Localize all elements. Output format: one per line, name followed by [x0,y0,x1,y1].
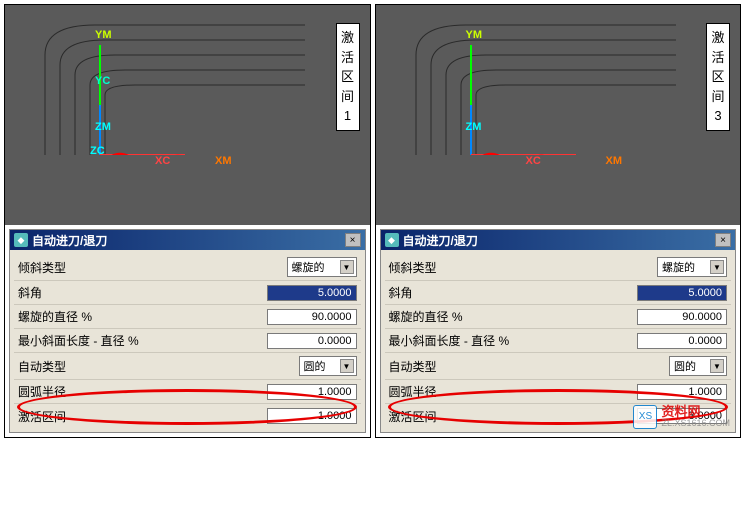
dialog-icon: ◆ [14,233,28,247]
tilt-type-label: 倾斜类型 [18,259,287,276]
axis-zc-label: ZC [90,145,105,157]
dialog-icon: ◆ [385,233,399,247]
min-slope-length-input[interactable] [637,333,727,349]
arc-radius-input[interactable] [267,384,357,400]
slope-angle-input[interactable] [267,285,357,301]
annotation-char-1: 激 [711,28,724,48]
tilt-type-value: 螺旋的 [292,259,325,275]
dialog-title: 自动进刀/退刀 [32,232,345,249]
row-arc-radius: 圆弧半径 [14,380,361,404]
arc-radius-input[interactable] [637,384,727,400]
right-panel: YM YC ZM XC XM 激 活 区 间 3 ◆ 自动进刀/退刀 × 倾斜类… [375,4,742,438]
dialog-body: 倾斜类型 螺旋的 ▼ 斜角 螺旋的直径 % 最小斜面长度 - 直径 % [10,250,365,432]
annotation-char-2: 活 [711,48,724,68]
row-tilt-type: 倾斜类型 螺旋的 ▼ [14,254,361,281]
row-min-slope-length: 最小斜面长度 - 直径 % [14,329,361,353]
activation-interval-label: 激活区间 [389,408,638,425]
row-tilt-type: 倾斜类型 螺旋的 ▼ [385,254,732,281]
annotation-value: 3 [714,106,721,126]
arc-radius-label: 圆弧半径 [18,383,267,400]
row-auto-type: 自动类型 圆的 ▼ [14,353,361,380]
axis-yc-label: YC [95,75,110,87]
watermark-cn: 资料网 [661,405,730,419]
row-slope-angle: 斜角 [14,281,361,305]
left-panel: YM YC ZM ZC XC XM 激 活 区 间 1 ◆ 自动进刀/退刀 × … [4,4,371,438]
dialog-left: ◆ 自动进刀/退刀 × 倾斜类型 螺旋的 ▼ 斜角 螺旋的直径 % [9,229,366,433]
helix-diameter-label: 螺旋的直径 % [389,308,638,325]
tilt-type-value: 螺旋的 [662,259,695,275]
toolpath-contours [5,5,305,155]
annotation-char-4: 间 [341,87,354,107]
activation-interval-label: 激活区间 [18,408,267,425]
annotation-char-2: 活 [341,48,354,68]
row-helix-diameter: 螺旋的直径 % [14,305,361,329]
viewport-left: YM YC ZM ZC XC XM 激 活 区 间 1 [5,5,370,225]
min-slope-length-input[interactable] [267,333,357,349]
tilt-type-select[interactable]: 螺旋的 ▼ [657,257,727,277]
annotation-box-right: 激 活 区 间 3 [706,23,730,131]
min-slope-length-label: 最小斜面长度 - 直径 % [389,332,638,349]
tilt-type-label: 倾斜类型 [389,259,658,276]
slope-angle-label: 斜角 [18,284,267,301]
annotation-char-4: 间 [711,87,724,107]
helix-diameter-label: 螺旋的直径 % [18,308,267,325]
axis-ym-label: YM [95,29,112,41]
toolpath-contours [376,5,676,155]
axis-xm-label: XM [606,155,623,167]
close-button[interactable]: × [345,233,361,247]
row-auto-type: 自动类型 圆的 ▼ [385,353,732,380]
arc-radius-label: 圆弧半径 [389,383,638,400]
axis-ym-label: YM [466,29,483,41]
row-arc-radius: 圆弧半径 [385,380,732,404]
helix-diameter-input[interactable] [637,309,727,325]
auto-type-select[interactable]: 圆的 ▼ [299,356,357,376]
axis-zm-label: ZM [95,121,111,133]
watermark-url: ZL.XS1616.COM [661,419,730,429]
dropdown-arrow-icon: ▼ [710,359,724,373]
activation-interval-input[interactable] [267,408,357,424]
auto-type-label: 自动类型 [18,358,299,375]
row-activation-interval: 激活区间 [14,404,361,428]
dropdown-arrow-icon: ▼ [340,359,354,373]
dialog-titlebar[interactable]: ◆ 自动进刀/退刀 × [381,230,736,250]
close-button[interactable]: × [715,233,731,247]
annotation-char-1: 激 [341,28,354,48]
annotation-char-3: 区 [341,67,354,87]
dialog-right: ◆ 自动进刀/退刀 × 倾斜类型 螺旋的 ▼ 斜角 螺旋的直径 % [380,229,737,433]
axis-xc-label: XC [526,155,541,167]
dialog-titlebar[interactable]: ◆ 自动进刀/退刀 × [10,230,365,250]
row-helix-diameter: 螺旋的直径 % [385,305,732,329]
auto-type-select[interactable]: 圆的 ▼ [669,356,727,376]
auto-type-value: 圆的 [674,358,696,374]
dropdown-arrow-icon: ▼ [340,260,354,274]
helix-diameter-input[interactable] [267,309,357,325]
row-min-slope-length: 最小斜面长度 - 直径 % [385,329,732,353]
watermark-logo-icon: XS [633,405,657,429]
min-slope-length-label: 最小斜面长度 - 直径 % [18,332,267,349]
watermark: XS 资料网 ZL.XS1616.COM [633,405,730,429]
annotation-value: 1 [344,106,351,126]
row-slope-angle: 斜角 [385,281,732,305]
slope-angle-label: 斜角 [389,284,638,301]
slope-angle-input[interactable] [637,285,727,301]
dropdown-arrow-icon: ▼ [710,260,724,274]
axis-xm-label: XM [215,155,232,167]
auto-type-label: 自动类型 [389,358,670,375]
annotation-box-left: 激 活 区 间 1 [336,23,360,131]
auto-type-value: 圆的 [304,358,326,374]
dialog-title: 自动进刀/退刀 [403,232,716,249]
axis-zm-label: ZM [466,121,482,133]
axis-xc-label: XC [155,155,170,167]
tilt-type-select[interactable]: 螺旋的 ▼ [287,257,357,277]
annotation-char-3: 区 [711,67,724,87]
viewport-right: YM YC ZM XC XM 激 活 区 间 3 [376,5,741,225]
